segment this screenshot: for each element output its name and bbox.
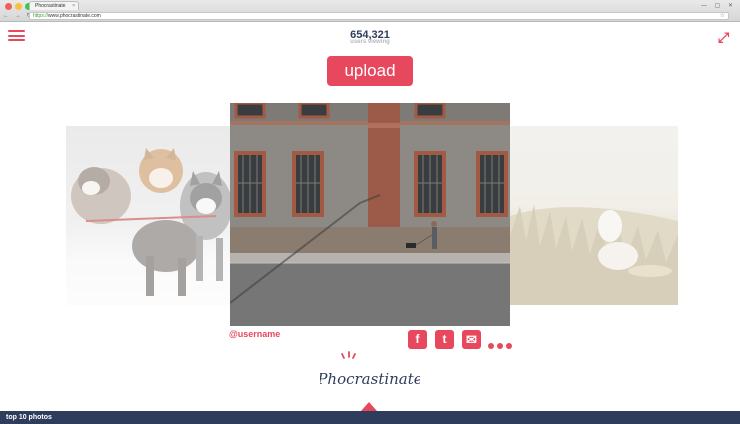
- browser-chrome: Phocrastinate × — ▢ ✕ ← → ↻ https://www.…: [0, 0, 740, 22]
- bookmark-star-icon[interactable]: ☆: [720, 13, 725, 20]
- hamburger-menu-icon[interactable]: [8, 30, 25, 41]
- window-buttons: [5, 3, 32, 10]
- photo-username-link[interactable]: @username: [229, 329, 280, 339]
- tab-close-icon[interactable]: ×: [72, 2, 75, 10]
- phocrastinate-logo: Phocrastinate: [320, 351, 420, 388]
- close-window-button[interactable]: [5, 3, 12, 10]
- minimize-window-button[interactable]: [15, 3, 22, 10]
- more-options-icon[interactable]: [488, 343, 512, 349]
- window-controls[interactable]: — ▢ ✕: [701, 2, 736, 9]
- toggle-top-photos-icon[interactable]: [361, 402, 377, 411]
- tab-title: Phocrastinate: [35, 3, 66, 9]
- twitter-share-icon[interactable]: t: [435, 330, 454, 349]
- previous-photo[interactable]: [66, 126, 230, 305]
- facebook-share-icon[interactable]: f: [408, 330, 427, 349]
- sled-dogs-image: [71, 148, 230, 296]
- next-photo[interactable]: [510, 126, 678, 305]
- email-share-icon[interactable]: ✉: [462, 330, 481, 349]
- logo-wordmark: Phocrastinate: [320, 370, 420, 388]
- url-text: www.phocrastinate.com: [48, 13, 101, 19]
- top-photos-label: top 10 photos: [6, 414, 52, 421]
- woman-in-grass-image: [510, 204, 678, 305]
- viewer-label: users viewing: [350, 39, 390, 45]
- browser-tab[interactable]: Phocrastinate ×: [29, 1, 79, 10]
- main-photo[interactable]: [230, 103, 510, 326]
- secure-protocol: https://: [33, 13, 49, 19]
- building-street-image: [230, 103, 510, 326]
- nav-row: ← → ↻ https://www.phocrastinate.com ☆: [0, 11, 740, 22]
- address-bar[interactable]: https://www.phocrastinate.com ☆: [29, 12, 729, 20]
- top-photos-bar[interactable]: top 10 photos: [0, 411, 740, 424]
- fullscreen-expand-icon[interactable]: ⤢: [718, 30, 732, 44]
- upload-button[interactable]: upload: [327, 56, 413, 86]
